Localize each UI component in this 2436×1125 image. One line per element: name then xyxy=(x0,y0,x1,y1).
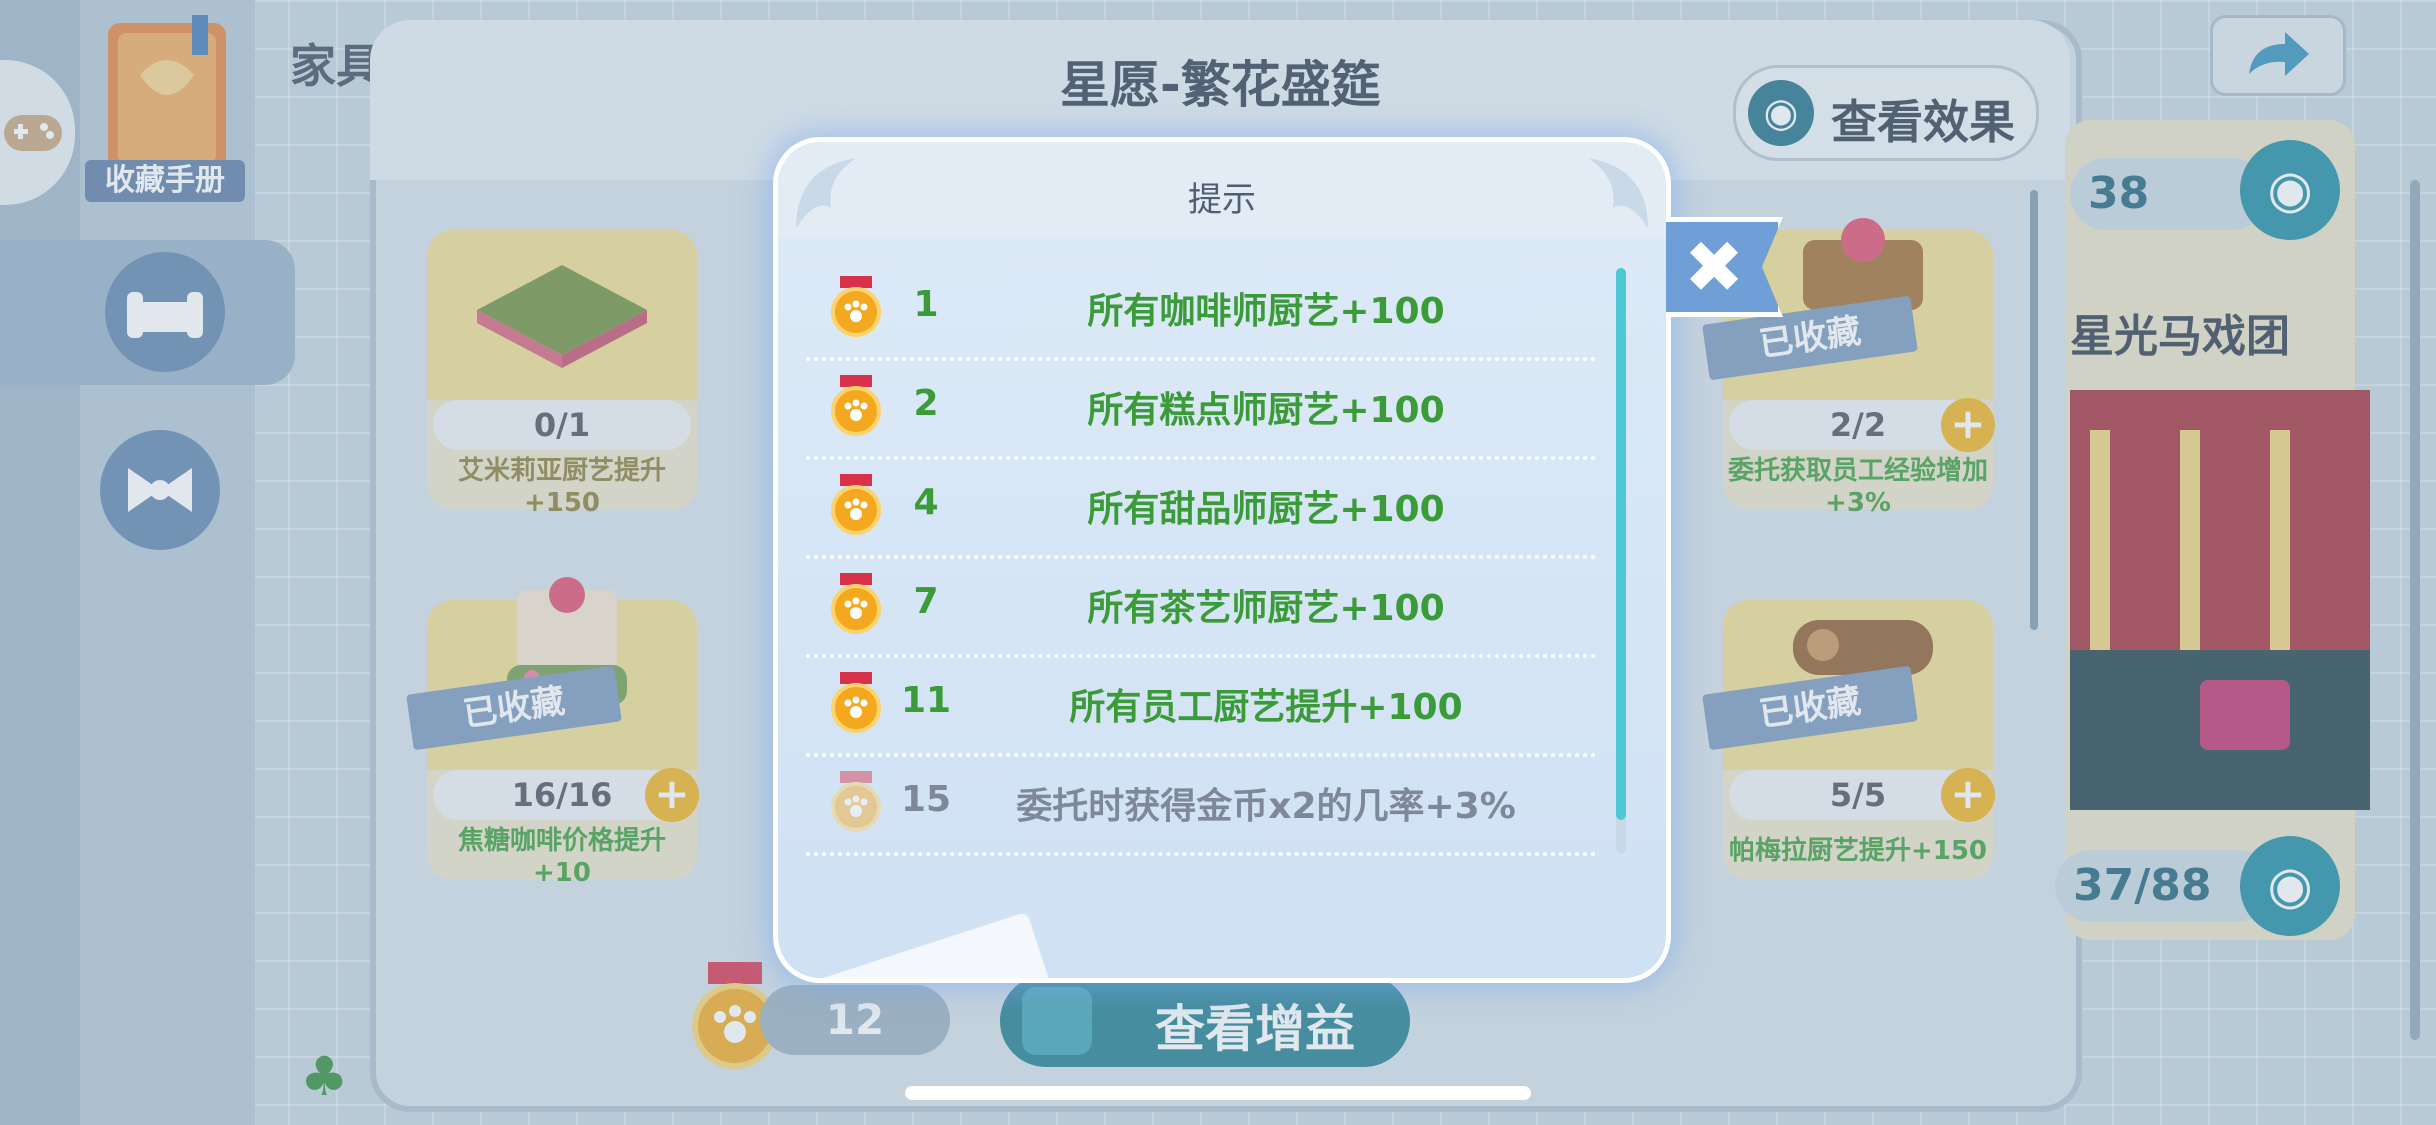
medal-icon xyxy=(830,276,882,338)
bonus-level: 11 xyxy=(900,680,952,721)
bonus-level: 15 xyxy=(900,779,952,820)
bonus-description: 委托时获得金币x2的几率+3% xyxy=(1016,786,1516,827)
bonus-level: 1 xyxy=(913,284,939,325)
bonus-level: 7 xyxy=(913,581,939,622)
bonus-row: 4 所有甜品师厨艺+100 xyxy=(806,456,1596,559)
bonus-row: 11 所有员工厨艺提升+100 xyxy=(806,654,1596,757)
paper-decoration xyxy=(779,911,1077,978)
bonus-row: 7 所有茶艺师厨艺+100 xyxy=(806,555,1596,658)
medal-icon xyxy=(830,672,882,734)
bonus-description: 所有员工厨艺提升+100 xyxy=(1069,687,1463,728)
bonus-row: 15 委托时获得金币x2的几率+3% xyxy=(806,753,1596,856)
bonus-description: 所有咖啡师厨艺+100 xyxy=(1087,291,1445,332)
close-icon: ✖ xyxy=(1683,225,1745,309)
bonus-level: 4 xyxy=(913,482,939,523)
bonus-description: 所有茶艺师厨艺+100 xyxy=(1087,588,1445,629)
dialog-header: 提示 xyxy=(778,142,1666,238)
bonus-description: 所有糕点师厨艺+100 xyxy=(1087,390,1445,431)
medal-icon xyxy=(830,771,882,833)
bonus-description: 所有甜品师厨艺+100 xyxy=(1087,489,1445,530)
home-indicator[interactable] xyxy=(905,1086,1531,1100)
dialog-title: 提示 xyxy=(1188,180,1256,220)
medal-icon xyxy=(830,573,882,635)
medal-icon xyxy=(830,474,882,536)
medal-icon xyxy=(830,375,882,437)
dialog-scrollbar-thumb[interactable] xyxy=(1616,268,1626,820)
tip-dialog: 提示 1 所有咖啡师厨艺+100 2 所有糕点师厨艺+100 4 所有甜品师厨艺+100 7… xyxy=(778,142,1666,978)
bonus-row: 1 所有咖啡师厨艺+100 xyxy=(806,258,1596,361)
bonus-level: 2 xyxy=(913,383,939,424)
bonus-row: 2 所有糕点师厨艺+100 xyxy=(806,357,1596,460)
